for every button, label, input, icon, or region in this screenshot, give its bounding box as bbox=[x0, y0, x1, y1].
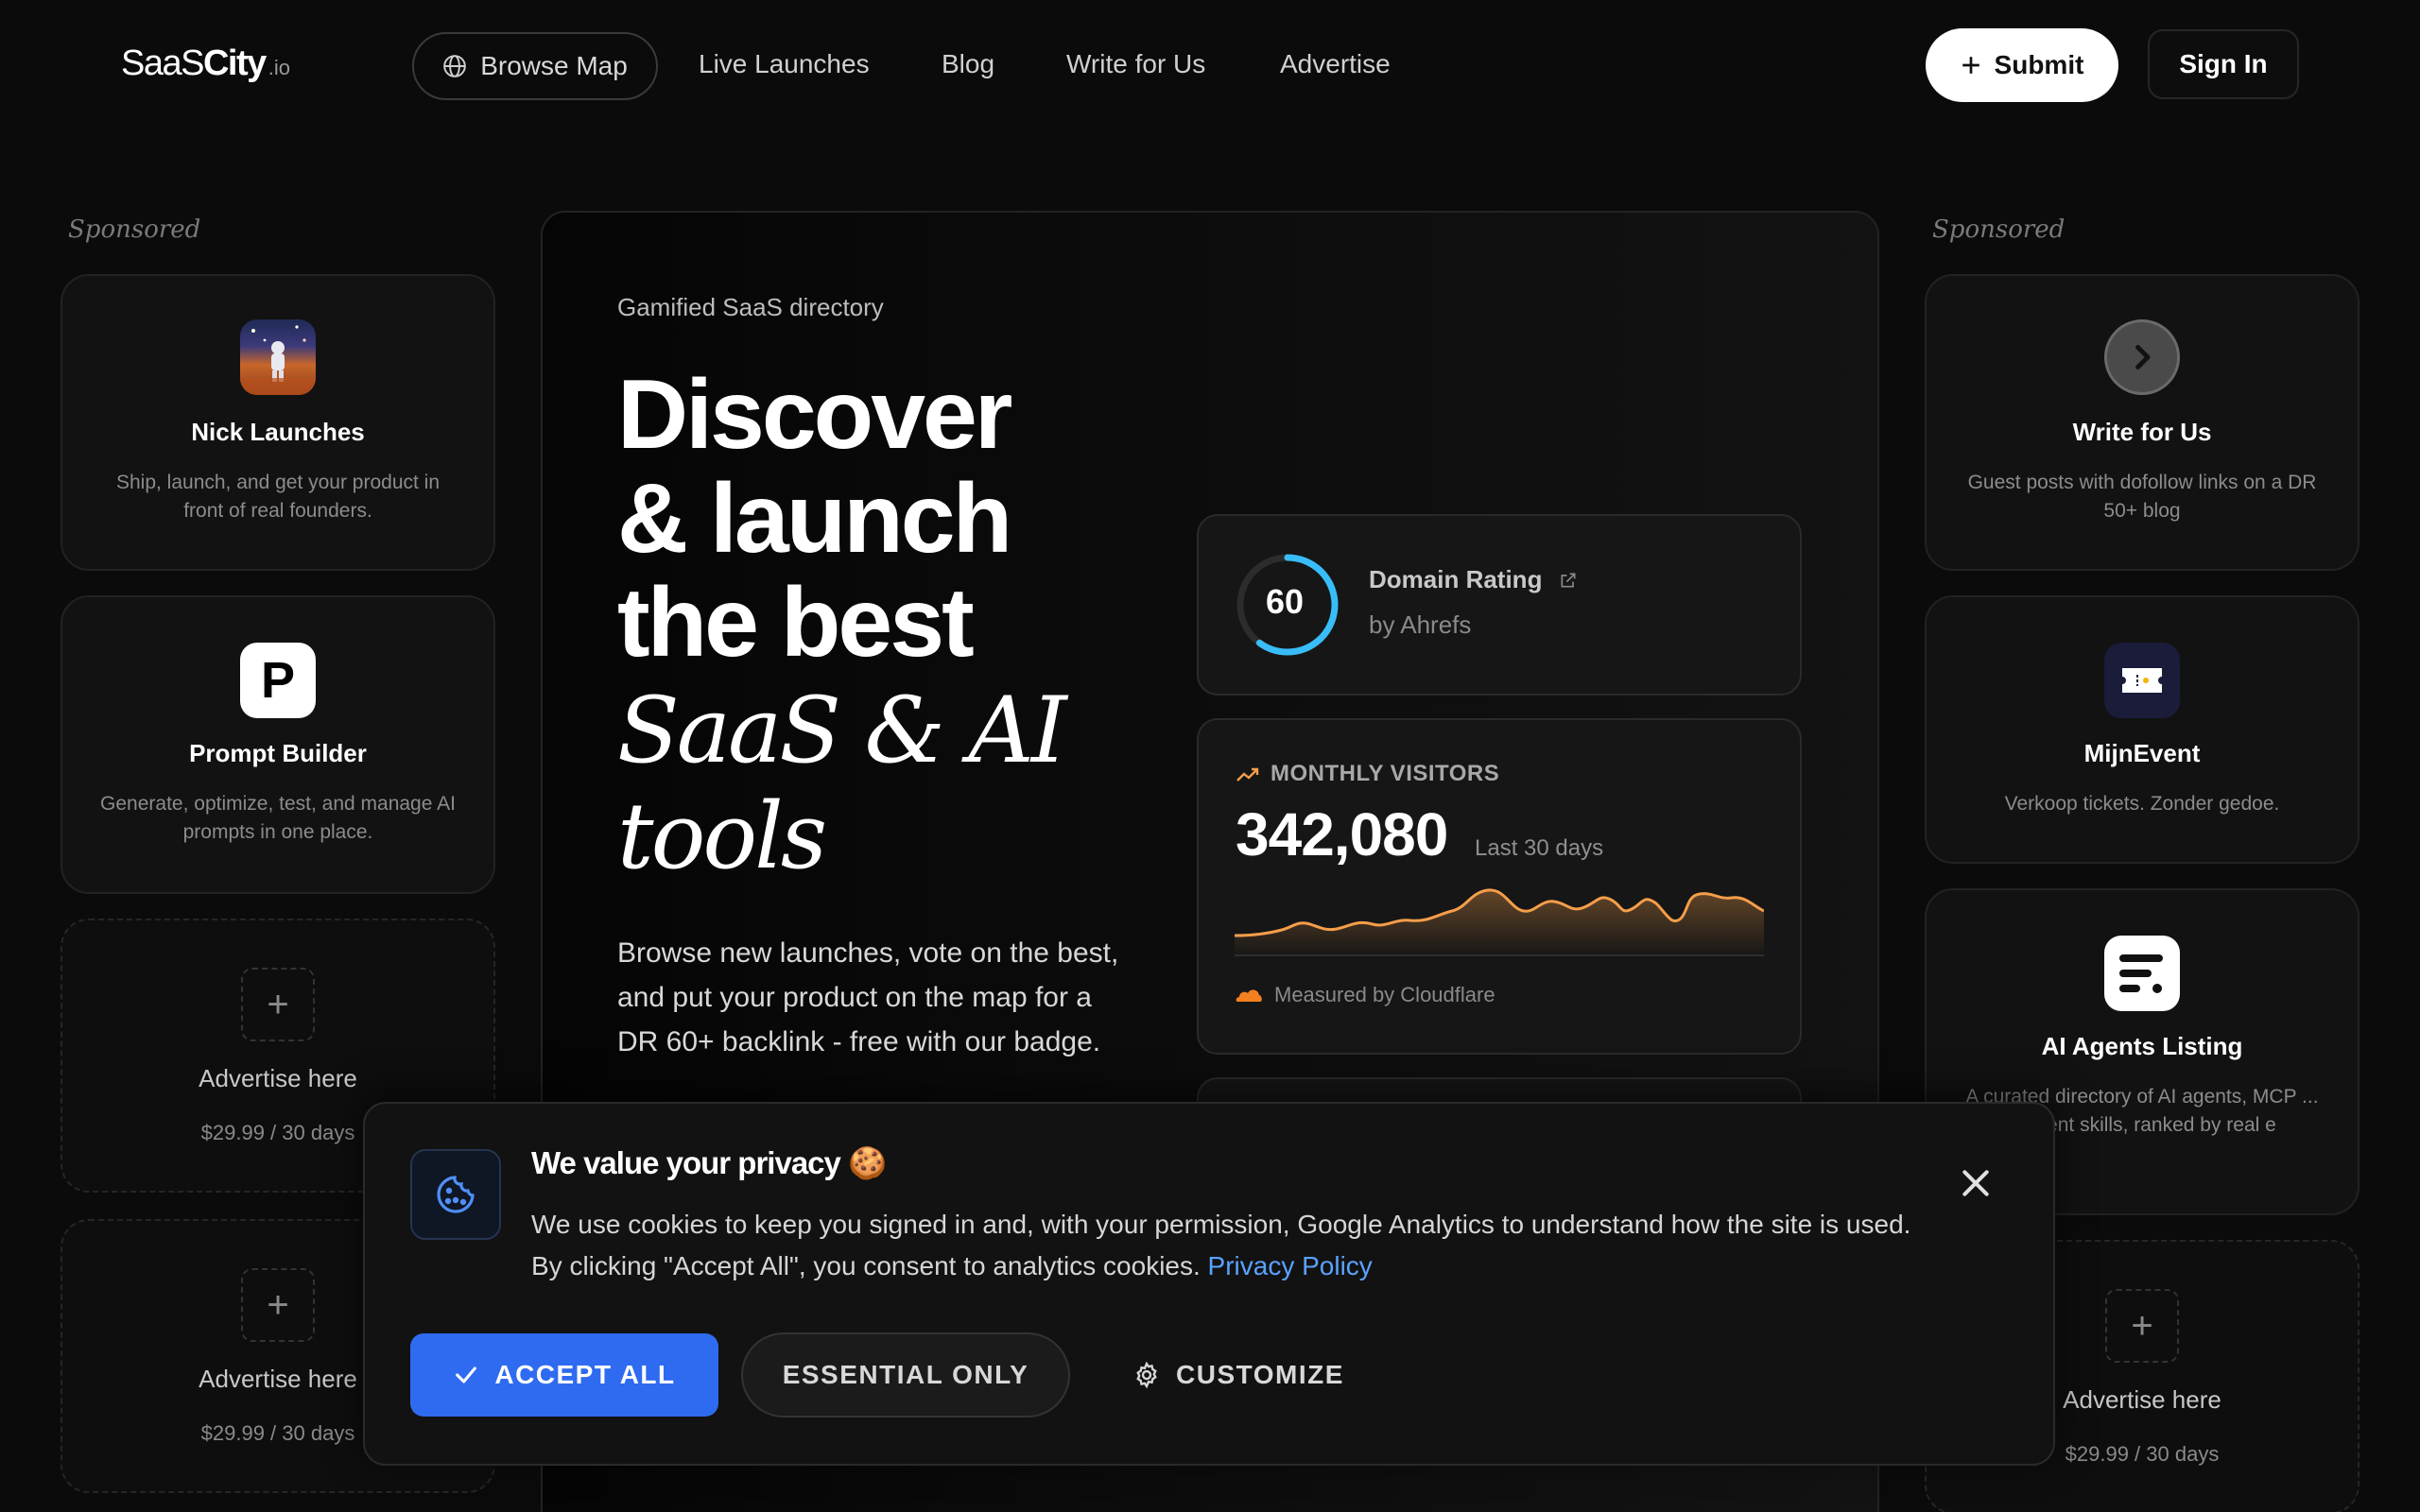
plus-icon: + bbox=[241, 968, 315, 1041]
globe-icon bbox=[443, 55, 466, 77]
sponsored-label: Sponsored bbox=[68, 215, 201, 244]
card-description: Ship, launch, and get your product in fr… bbox=[115, 472, 441, 522]
hero-kicker: Gamified SaaS directory bbox=[617, 293, 884, 321]
cookie-title-text: We value your privacy bbox=[531, 1145, 841, 1180]
card-title: Write for Us bbox=[2072, 418, 2212, 446]
nav-live-launches[interactable]: Live Launches bbox=[699, 49, 870, 79]
domain-rating-value: 60 bbox=[1266, 582, 1305, 621]
essential-only-button[interactable]: ESSENTIAL ONLY bbox=[741, 1332, 1070, 1418]
advertise-title: Advertise here bbox=[199, 1064, 357, 1092]
ticket-icon bbox=[2104, 643, 2180, 718]
card-description: Generate, optimize, test, and manage AI … bbox=[100, 793, 456, 843]
sponsored-card-prompt-builder[interactable]: P Prompt Builder Generate, optimize, tes… bbox=[60, 595, 495, 894]
card-title: Nick Launches bbox=[191, 418, 365, 446]
chevron-right-icon bbox=[2104, 319, 2180, 395]
nav-browse-map-label: Browse Map bbox=[480, 51, 628, 80]
submit-button[interactable]: Submit bbox=[1926, 28, 2118, 102]
privacy-policy-link[interactable]: Privacy Policy bbox=[1208, 1251, 1373, 1280]
domain-rating-title: Domain Rating bbox=[1369, 565, 1578, 594]
hero-headline-italic: SaaS & AI bbox=[617, 678, 1067, 783]
nav-advertise[interactable]: Advertise bbox=[1280, 49, 1391, 79]
cloudflare-icon bbox=[1236, 989, 1262, 1002]
close-icon[interactable] bbox=[1957, 1164, 1995, 1202]
monthly-visitors-period: Last 30 days bbox=[1475, 835, 1604, 861]
plus-icon: + bbox=[241, 1268, 315, 1342]
check-icon bbox=[456, 1366, 477, 1383]
sponsored-card-nick-launches[interactable]: Nick Launches Ship, launch, and get your… bbox=[60, 274, 495, 571]
accept-all-button[interactable]: ACCEPT ALL bbox=[410, 1333, 718, 1417]
sponsored-label: Sponsored bbox=[1932, 215, 2066, 244]
cookie-emoji: 🍪 bbox=[848, 1145, 887, 1180]
sponsored-card-write-for-us[interactable]: Write for Us Guest posts with dofollow l… bbox=[1925, 274, 2360, 571]
card-title: Prompt Builder bbox=[189, 739, 367, 767]
domain-rating-source: by Ahrefs bbox=[1369, 610, 1472, 639]
sponsored-card-mijnevent[interactable]: MijnEvent Verkoop tickets. Zonder gedoe. bbox=[1925, 595, 2360, 864]
monthly-visitors-footer: Measured by Cloudflare bbox=[1274, 983, 1495, 1006]
hero-headline-italic: tools bbox=[617, 783, 827, 889]
plus-icon bbox=[1962, 57, 1979, 74]
card-description: Guest posts with dofollow links on a DR … bbox=[1967, 472, 2317, 522]
hero-headline-line: the best bbox=[617, 568, 975, 678]
submit-label: Submit bbox=[1994, 50, 2084, 79]
monthly-visitors-value: 342,080 bbox=[1236, 800, 1448, 868]
hero-headline-line: Discover bbox=[617, 360, 1012, 470]
card-title: MijnEvent bbox=[2083, 739, 2201, 767]
letter-p-icon: P bbox=[240, 643, 316, 718]
cookie-body: We use cookies to keep you signed in and… bbox=[531, 1204, 1911, 1287]
hero-headline-line: & launch bbox=[617, 464, 1012, 574]
logo-tld: .io bbox=[268, 56, 291, 79]
monthly-visitors-label: MONTHLY VISITORS bbox=[1270, 761, 1500, 786]
logo-text-bold: City bbox=[202, 43, 267, 83]
card-description: Verkoop tickets. Zonder gedoe. bbox=[2004, 793, 2280, 815]
astronaut-image bbox=[240, 319, 316, 395]
hero-lead: Browse new launches, vote on the best, a… bbox=[617, 937, 1119, 1057]
site-logo[interactable]: SaaSCity .io bbox=[121, 43, 290, 84]
list-icon bbox=[2104, 936, 2180, 1011]
customize-label: CUSTOMIZE bbox=[1176, 1360, 1344, 1389]
customize-button[interactable]: CUSTOMIZE bbox=[1132, 1332, 1344, 1418]
nav-browse-map[interactable]: Browse Map bbox=[412, 32, 658, 100]
card-title: AI Agents Listing bbox=[2041, 1032, 2243, 1060]
cookie-title: We value your privacy 🍪 bbox=[531, 1145, 887, 1182]
accept-all-label: ACCEPT ALL bbox=[494, 1360, 676, 1389]
domain-rating-title-text: Domain Rating bbox=[1369, 565, 1543, 593]
sign-in-button[interactable]: Sign In bbox=[2148, 29, 2299, 99]
nav-blog[interactable]: Blog bbox=[942, 49, 994, 79]
logo-text: SaaS bbox=[121, 43, 204, 83]
nav-write-for-us[interactable]: Write for Us bbox=[1066, 49, 1205, 79]
external-link-icon[interactable] bbox=[1559, 571, 1578, 590]
trending-up-icon bbox=[1236, 767, 1259, 782]
visitors-sparkline bbox=[1235, 888, 1764, 956]
cookie-icon bbox=[410, 1149, 501, 1240]
plus-icon: + bbox=[2105, 1289, 2179, 1363]
gear-icon bbox=[1136, 1361, 1157, 1389]
